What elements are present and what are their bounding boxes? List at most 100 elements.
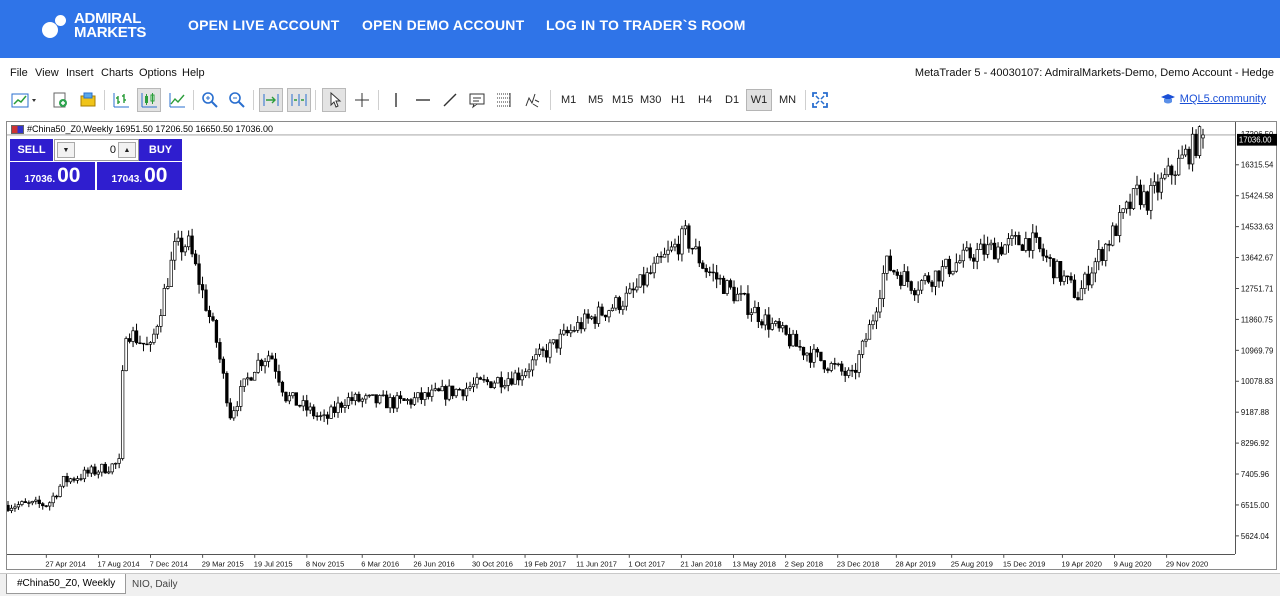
candle-body — [235, 406, 239, 412]
candle-body — [214, 319, 219, 343]
candle-body — [999, 246, 1004, 255]
volume-input[interactable]: 0 — [77, 144, 116, 156]
candle-body — [430, 389, 434, 397]
candle-body — [996, 246, 1000, 260]
candle-body — [888, 255, 893, 271]
cursor-icon[interactable] — [322, 88, 346, 112]
candle-body — [798, 346, 802, 348]
traders-room-login-link[interactable]: LOG IN TO TRADER`S ROOM — [546, 17, 746, 33]
candle-body — [739, 292, 743, 295]
vertical-line-icon[interactable] — [384, 88, 408, 112]
mql5-label: MQL5.community — [1179, 93, 1266, 105]
price-chart-plot[interactable] — [7, 122, 1235, 554]
candle-body — [447, 385, 451, 400]
candle-body — [822, 360, 827, 370]
candle-body — [819, 351, 823, 361]
zoom-in-icon[interactable] — [198, 88, 222, 112]
new-chart-icon[interactable] — [8, 88, 42, 112]
candle-body — [416, 392, 420, 399]
toolbar: M1 M5 M15 M30 H1 H4 D1 W1 MN MQL5.commun… — [0, 86, 1280, 114]
trendline-icon[interactable] — [438, 88, 462, 112]
volume-increase-icon[interactable]: ▲ — [118, 142, 136, 158]
candle-body — [979, 243, 983, 250]
sell-button[interactable]: SELL — [10, 139, 53, 161]
profiles-icon[interactable] — [48, 88, 72, 112]
bar-chart-icon[interactable] — [109, 88, 133, 112]
timeframe-mn[interactable]: MN — [775, 89, 800, 111]
candle-body — [829, 363, 833, 371]
candle-body — [961, 249, 965, 262]
line-chart-icon[interactable] — [165, 88, 189, 112]
menu-view[interactable]: View — [35, 67, 59, 79]
candle-body — [381, 394, 385, 397]
chart-shift-icon[interactable] — [287, 88, 311, 112]
candle-body — [1201, 134, 1205, 139]
candle-body — [881, 273, 886, 299]
candle-body — [107, 471, 111, 474]
price-axis[interactable]: 16315.54 15424.58 14533.63 13642.67 12751.71… — [1235, 122, 1277, 554]
candle-body — [1072, 279, 1077, 298]
buy-price-button[interactable]: 17043. 00 — [97, 162, 182, 190]
tab-china50-weekly[interactable]: #China50_Z0, Weekly — [6, 574, 127, 594]
candle-body — [1097, 249, 1101, 263]
candle-body — [899, 275, 903, 286]
time-tick-label: 6 Mar 2016 — [361, 559, 399, 568]
objects-icon[interactable] — [520, 88, 544, 112]
candlestick-icon[interactable] — [137, 88, 161, 112]
tab-nio-daily[interactable]: NIO, Daily — [122, 574, 188, 594]
candle-body — [166, 286, 170, 289]
candle-body — [343, 405, 347, 408]
time-tick-label: 28 Apr 2019 — [895, 559, 935, 568]
volume-decrease-icon[interactable]: ▼ — [57, 142, 75, 158]
candle-body — [27, 502, 31, 504]
price-tick-label: 8296.92 — [1241, 439, 1269, 448]
candle-body — [211, 316, 215, 321]
mql5-cap-icon — [1160, 94, 1175, 104]
horizontal-line-icon[interactable] — [411, 88, 435, 112]
menu-file[interactable]: File — [10, 67, 28, 79]
admiral-markets-logo[interactable]: ADMIRAL MARKETS — [42, 11, 152, 41]
timeframe-m1[interactable]: M1 — [557, 89, 580, 111]
candle-body — [451, 385, 455, 397]
candle-body — [565, 329, 569, 334]
timeframe-m30[interactable]: M30 — [636, 89, 665, 111]
menu-options[interactable]: Options — [139, 67, 177, 79]
fibonacci-icon[interactable] — [492, 88, 516, 112]
mql5-community-link[interactable]: MQL5.community — [1160, 92, 1266, 106]
time-axis[interactable]: 27 Apr 2014 17 Aug 2014 7 Dec 2014 29 Mar 2… — [7, 554, 1235, 570]
timeframe-m15[interactable]: M15 — [608, 89, 637, 111]
zoom-out-icon[interactable] — [225, 88, 249, 112]
open-demo-account-link[interactable]: OPEN DEMO ACCOUNT — [362, 17, 524, 33]
candle-body — [1062, 275, 1066, 282]
candle-body — [728, 280, 733, 288]
candle-body — [749, 312, 754, 315]
sell-price-button[interactable]: 17036. 00 — [10, 162, 95, 190]
text-icon[interactable] — [465, 88, 489, 112]
timeframe-h1[interactable]: H1 — [667, 89, 689, 111]
timeframe-w1[interactable]: W1 — [746, 89, 772, 111]
fullscreen-icon[interactable] — [808, 88, 832, 112]
candle-body — [371, 394, 375, 396]
new-order-icon[interactable] — [76, 88, 100, 112]
candle-body — [148, 342, 153, 345]
volume-stepper[interactable]: ▼ 0 ▲ — [54, 139, 139, 161]
autoscroll-icon[interactable] — [259, 88, 283, 112]
buy-button[interactable]: BUY — [139, 139, 182, 161]
menu-insert[interactable]: Insert — [66, 67, 94, 79]
timeframe-d1[interactable]: D1 — [721, 89, 743, 111]
menu-help[interactable]: Help — [182, 67, 205, 79]
timeframe-h4[interactable]: H4 — [694, 89, 716, 111]
candle-body — [1010, 235, 1014, 239]
candle-body — [180, 237, 184, 253]
candle-body — [940, 266, 945, 282]
candle-body — [332, 406, 337, 413]
candle-body — [711, 271, 715, 274]
price-tick-label: 10078.83 — [1241, 377, 1274, 386]
open-live-account-link[interactable]: OPEN LIVE ACCOUNT — [188, 17, 339, 33]
candle-body — [291, 392, 295, 397]
crosshair-icon[interactable] — [350, 88, 374, 112]
menu-charts[interactable]: Charts — [101, 67, 133, 79]
candle-body — [48, 502, 52, 507]
timeframe-m5[interactable]: M5 — [584, 89, 607, 111]
candle-body — [947, 258, 952, 275]
